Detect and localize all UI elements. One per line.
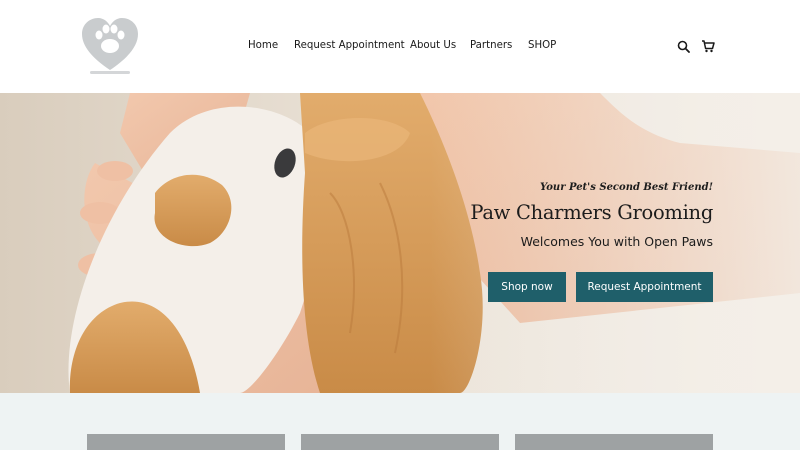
- hero-title: Paw Charmers Grooming: [470, 201, 713, 224]
- nav-item-partners[interactable]: Partners: [470, 38, 512, 54]
- nav-item-home[interactable]: Home: [248, 38, 278, 54]
- feature-card[interactable]: [301, 434, 499, 450]
- nav-item-request-appointment[interactable]: Request Appointment: [294, 38, 405, 54]
- feature-card[interactable]: [515, 434, 713, 450]
- nav-item-shop[interactable]: SHOP: [528, 38, 556, 54]
- hero-tagline: Your Pet's Second Best Friend!: [539, 182, 713, 193]
- feature-card[interactable]: [87, 434, 285, 450]
- hero-banner: Your Pet's Second Best Friend! Paw Charm…: [0, 93, 800, 393]
- site-header: Home Request Appointment About Us Partne…: [0, 0, 800, 93]
- cart-icon[interactable]: [701, 38, 715, 54]
- search-icon[interactable]: [676, 38, 690, 54]
- request-appointment-button[interactable]: Request Appointment: [576, 272, 713, 302]
- features-section: [0, 393, 800, 450]
- shop-now-button[interactable]: Shop now: [488, 272, 566, 302]
- nav-item-about-us[interactable]: About Us: [410, 38, 456, 54]
- hero-subtitle: Welcomes You with Open Paws: [520, 234, 713, 249]
